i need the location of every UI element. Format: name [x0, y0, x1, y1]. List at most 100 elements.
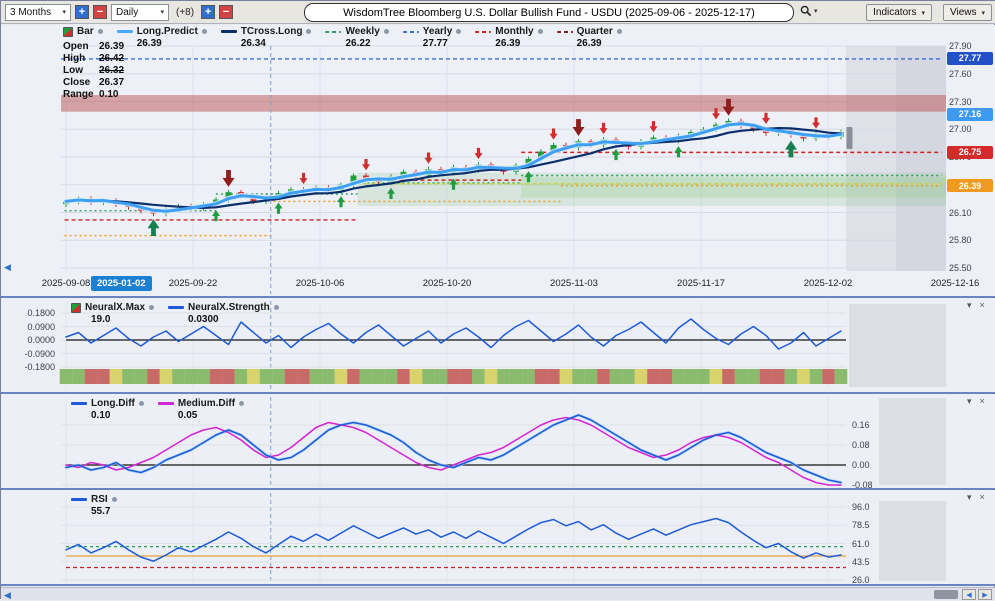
legend-label: Weekly	[345, 26, 379, 37]
pan-left-icon[interactable]: ◀	[4, 262, 11, 273]
search-icon	[800, 5, 812, 17]
chevron-down-icon: ▾	[160, 8, 164, 16]
trend-strip-cell	[172, 369, 185, 384]
trend-strip-cell	[72, 369, 85, 384]
legend-value: 26.39	[137, 38, 207, 49]
close-panel-icon[interactable]: ×	[980, 300, 985, 311]
remove-bars-button[interactable]: −	[219, 5, 233, 19]
selected-date-badge[interactable]: 2025-01-02	[91, 276, 152, 291]
trend-strip-cell	[760, 369, 773, 384]
price-badge: 26.75	[947, 146, 993, 159]
legend-settings-dot-icon[interactable]	[384, 29, 389, 34]
collapse-panel-icon[interactable]: ▾	[967, 300, 972, 311]
legend-settings-dot-icon[interactable]	[274, 305, 279, 310]
trend-strip-cell	[560, 369, 573, 384]
scroll-left-icon[interactable]: ◀	[4, 590, 11, 601]
panel-axis-tick: 0.0000	[11, 335, 55, 345]
panel-axis-tick: 0.0900	[11, 322, 55, 332]
legend-item-monthly[interactable]: Monthly26.39	[475, 26, 542, 49]
series-line-icon	[71, 402, 87, 405]
panel-axis-tick: -0.1800	[11, 362, 55, 372]
scroll-left-button[interactable]: ◀	[962, 589, 976, 600]
price-badge: 26.39	[947, 179, 993, 192]
charts-canvas[interactable]	[1, 1, 995, 600]
legend-item-long-predict[interactable]: Long.Predict26.39	[117, 26, 207, 49]
legend-item-weekly[interactable]: Weekly26.22	[325, 26, 388, 49]
legend-settings-dot-icon[interactable]	[306, 29, 311, 34]
collapse-panel-icon[interactable]: ▾	[967, 396, 972, 407]
bar-offset-label: (+8)	[176, 7, 194, 18]
date-axis-tick: 2025-10-06	[284, 278, 356, 289]
trend-strip-cell	[297, 369, 310, 384]
zoom-in-button[interactable]: +	[75, 5, 89, 19]
add-bars-button[interactable]: +	[201, 5, 215, 19]
trend-strip-cell	[672, 369, 685, 384]
trend-strip-cell	[260, 369, 273, 384]
trend-strip-cell	[710, 369, 723, 384]
trend-strip-cell	[647, 369, 660, 384]
horizontal-scrollbar[interactable]: ◀ ◀ ▶	[1, 587, 995, 600]
legend-label: Long.Predict	[137, 26, 198, 37]
search-button[interactable]: ▾	[800, 5, 818, 17]
legend-settings-dot-icon[interactable]	[456, 29, 461, 34]
scroll-right-button[interactable]: ▶	[978, 589, 992, 600]
panel-axis-tick: 0.00	[852, 460, 870, 470]
trend-strip-cell	[347, 369, 360, 384]
legend-value: 26.39	[495, 38, 542, 49]
legend-settings-dot-icon[interactable]	[149, 305, 154, 310]
trend-strip-cell	[310, 369, 323, 384]
diff-panel-controls: ▾×	[967, 396, 985, 407]
panel-axis-tick: 0.1800	[11, 308, 55, 318]
symbol-title[interactable]: WisdomTree Bloomberg U.S. Dollar Bullish…	[304, 3, 794, 22]
legend-item-yearly[interactable]: Yearly27.77	[403, 26, 461, 49]
rsi-legend: RSI55.7	[71, 494, 117, 517]
legend-settings-dot-icon[interactable]	[139, 401, 144, 406]
legend-settings-dot-icon[interactable]	[98, 29, 103, 34]
legend-item-rsi[interactable]: RSI55.7	[71, 494, 117, 517]
legend-settings-dot-icon[interactable]	[202, 29, 207, 34]
left-arrow-icon: ◀	[966, 591, 971, 599]
trend-strip-cell	[122, 369, 135, 384]
legend-settings-dot-icon[interactable]	[617, 29, 622, 34]
series-line-icon	[71, 498, 87, 501]
trend-strip-cell	[235, 369, 248, 384]
ohlc-range: Range0.10	[63, 89, 124, 101]
legend-item-tcross-long[interactable]: TCross.Long26.34	[221, 26, 312, 49]
trend-strip-cell	[572, 369, 585, 384]
chevron-down-icon: ▾	[981, 9, 985, 17]
zoom-out-button[interactable]: −	[93, 5, 107, 19]
legend-item-medium-diff[interactable]: Medium.Diff0.05	[158, 398, 244, 421]
legend-settings-dot-icon[interactable]	[112, 497, 117, 502]
views-button[interactable]: Views ▾	[943, 4, 992, 21]
trend-strip-cell	[622, 369, 635, 384]
indicators-button[interactable]: Indicators ▾	[866, 4, 932, 21]
ohlc-readout: Open26.39High26.42Low26.32Close26.37Rang…	[63, 41, 124, 101]
diff-legend: Long.Diff0.10 Medium.Diff0.05	[71, 398, 244, 421]
trend-strip-cell	[197, 369, 210, 384]
panel-axis-tick: 0.08	[852, 440, 870, 450]
close-panel-icon[interactable]: ×	[980, 492, 985, 503]
panel-axis-tick: 43.5	[852, 557, 870, 567]
trend-strip-cell	[185, 369, 198, 384]
legend-item-long-diff[interactable]: Long.Diff0.10	[71, 398, 144, 421]
legend-label: Quarter	[577, 26, 613, 37]
legend-value: 0.0300	[188, 314, 279, 325]
series-line-icon	[158, 402, 174, 405]
series-drag-handle[interactable]	[847, 127, 853, 149]
series-line-icon	[117, 30, 133, 33]
scrollbar-thumb[interactable]	[934, 590, 958, 599]
series-line-icon	[403, 31, 419, 33]
trend-strip-cell	[810, 369, 823, 384]
legend-settings-dot-icon[interactable]	[239, 401, 244, 406]
legend-item-neuralx-max[interactable]: NeuralX.Max19.0	[71, 302, 154, 325]
trend-strip-cell	[735, 369, 748, 384]
range-select[interactable]: 3 Months ▾	[5, 4, 71, 21]
legend-settings-dot-icon[interactable]	[538, 29, 543, 34]
close-panel-icon[interactable]: ×	[980, 396, 985, 407]
panel-axis-tick: 0.16	[852, 420, 870, 430]
legend-item-neuralx-strength[interactable]: NeuralX.Strength0.0300	[168, 302, 279, 325]
trend-strip-cell	[447, 369, 460, 384]
legend-item-quarter[interactable]: Quarter26.39	[557, 26, 622, 49]
collapse-panel-icon[interactable]: ▾	[967, 492, 972, 503]
period-select[interactable]: Daily ▾	[111, 4, 169, 21]
